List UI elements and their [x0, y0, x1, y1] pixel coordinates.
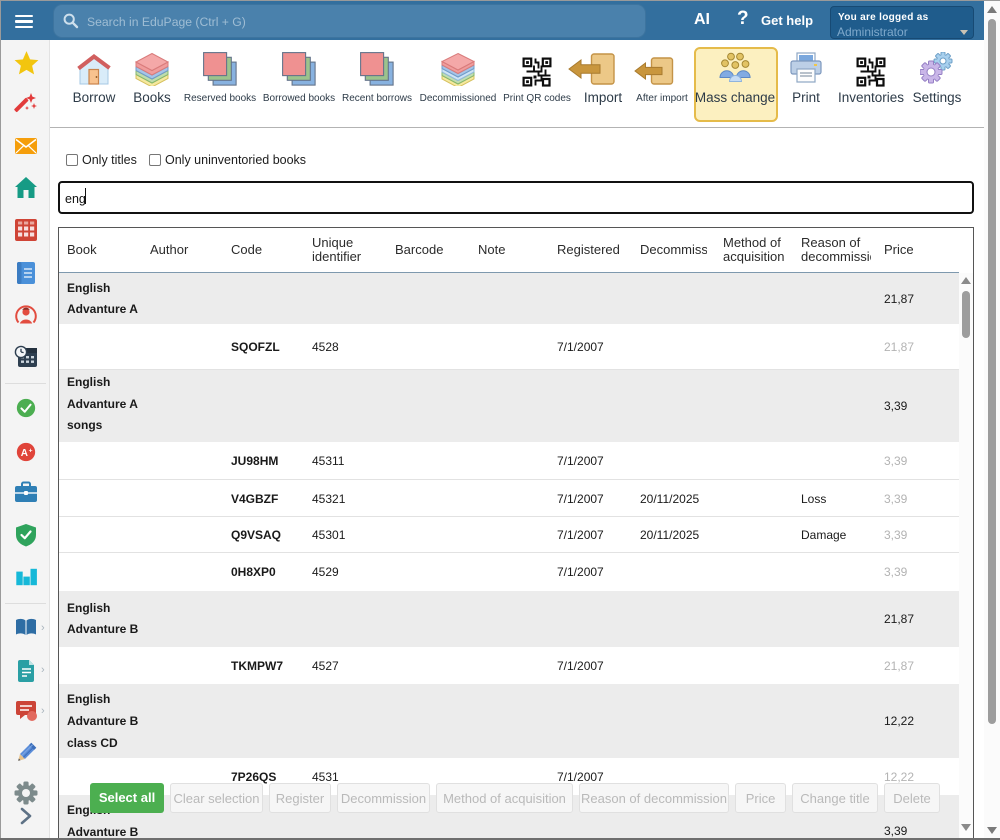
svg-text:+: +: [29, 447, 33, 454]
svg-text:A: A: [21, 447, 28, 458]
